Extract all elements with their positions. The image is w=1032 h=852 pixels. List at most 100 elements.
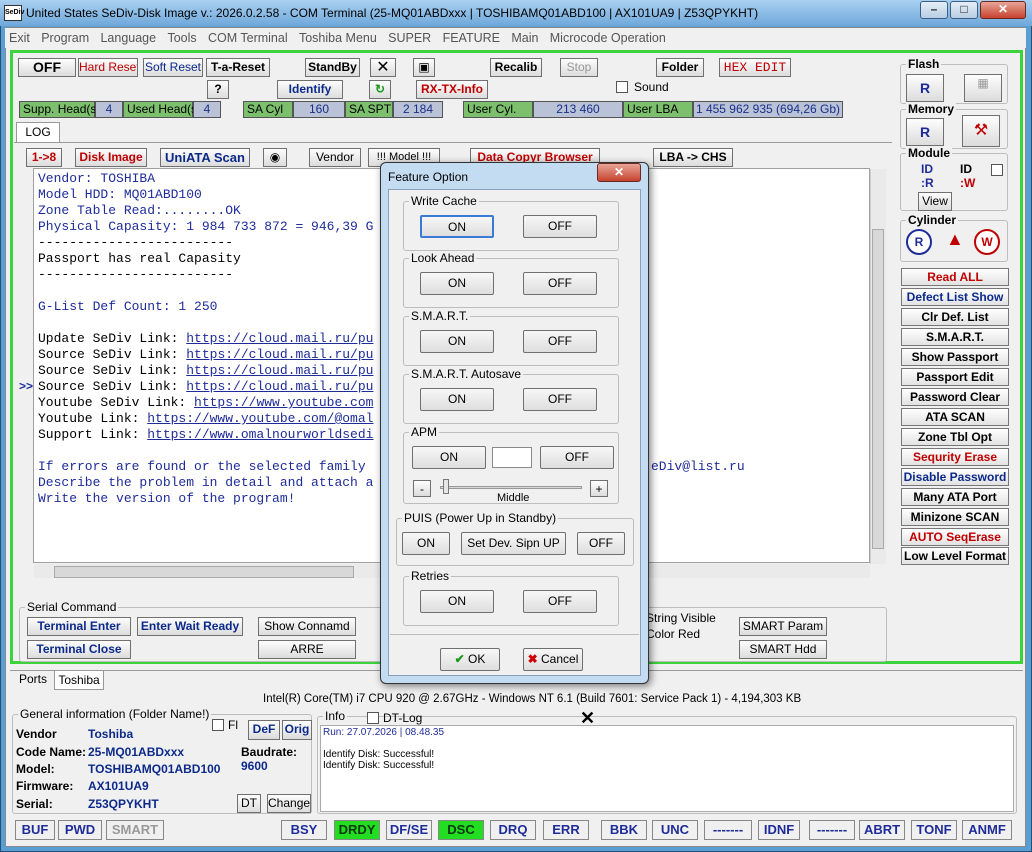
dt-log-checkbox[interactable]: [367, 712, 379, 724]
menu-com-terminal[interactable]: COM Terminal: [204, 28, 292, 48]
menu-microcode[interactable]: Microcode Operation: [546, 28, 670, 48]
sidebar-item-many-ata-port[interactable]: Many ATA Port: [901, 488, 1009, 506]
sidebar-item-sequrity-erase[interactable]: Sequrity Erase: [901, 448, 1009, 466]
source-link[interactable]: https://cloud.mail.ru/pu: [186, 379, 373, 394]
soft-reset-button[interactable]: Soft Reset: [143, 58, 203, 77]
refresh-button[interactable]: ↻: [369, 80, 391, 99]
menu-exit[interactable]: Exit: [5, 28, 34, 48]
cylinder-read-button[interactable]: R: [906, 229, 932, 255]
tab-ports[interactable]: Ports: [14, 670, 52, 688]
maximize-button[interactable]: □: [950, 1, 978, 19]
minimize-button[interactable]: –: [920, 1, 948, 19]
puis-on-button[interactable]: ON: [402, 532, 450, 555]
menu-super[interactable]: SUPER: [384, 28, 435, 48]
flash-write-button[interactable]: ▦: [964, 74, 1002, 102]
dt-button[interactable]: DT: [237, 794, 261, 813]
sidebar-item-password-clear[interactable]: Password Clear: [901, 388, 1009, 406]
stop-button[interactable]: Stop: [560, 58, 598, 77]
hard-reset-button[interactable]: Hard Reset: [78, 58, 138, 77]
tab-toshiba[interactable]: Toshiba: [54, 671, 104, 690]
enter-wait-ready-button[interactable]: Enter Wait Ready: [137, 617, 243, 636]
look-ahead-on-button[interactable]: ON: [420, 272, 494, 295]
youtube-link[interactable]: https://www.youtube.com/@omal: [147, 411, 373, 426]
smart-hdd-button[interactable]: SMART Hdd: [739, 640, 827, 659]
smart-autosave-off-button[interactable]: OFF: [523, 388, 597, 411]
dialog-close-button[interactable]: ✕: [597, 163, 641, 182]
help-button[interactable]: ?: [207, 80, 229, 99]
module-id-write[interactable]: ID:W: [960, 162, 975, 190]
standby-button[interactable]: StandBy: [305, 58, 360, 77]
sidebar-item-clr-def-list[interactable]: Clr Def. List: [901, 308, 1009, 326]
sidebar-item-defect-list-show[interactable]: Defect List Show: [901, 288, 1009, 306]
orig-button[interactable]: Orig: [282, 720, 312, 740]
retries-on-button[interactable]: ON: [420, 590, 494, 613]
menu-language[interactable]: Language: [96, 28, 160, 48]
sidebar-item-minizone-scan[interactable]: Minizone SCAN: [901, 508, 1009, 526]
cylinder-test-button[interactable]: ▲: [946, 229, 964, 255]
recalib-button[interactable]: Recalib: [490, 58, 542, 77]
disk-image-button[interactable]: Disk Image: [75, 148, 147, 167]
apm-increase-button[interactable]: +: [590, 480, 608, 497]
scrollbar-thumb[interactable]: [872, 229, 884, 549]
hscroll-thumb[interactable]: [54, 566, 354, 578]
menu-feature[interactable]: FEATURE: [439, 28, 504, 48]
identify-button[interactable]: Identify: [277, 80, 343, 99]
sidebar-item-disable-password[interactable]: Disable Password: [901, 468, 1009, 486]
retries-off-button[interactable]: OFF: [523, 590, 597, 613]
sidebar-item-read-all[interactable]: Read ALL: [901, 268, 1009, 286]
smart-param-button[interactable]: SMART Param: [739, 617, 827, 636]
look-ahead-off-button[interactable]: OFF: [523, 272, 597, 295]
sidebar-item-low-level-format[interactable]: Low Level Format: [901, 547, 1009, 565]
close-window-button[interactable]: ✕: [980, 1, 1026, 19]
arre-button[interactable]: ARRE: [258, 640, 356, 659]
smart-autosave-on-button[interactable]: ON: [420, 388, 494, 411]
terminal-enter-button[interactable]: Terminal Enter: [27, 617, 131, 636]
memory-write-button[interactable]: ⚒: [962, 115, 1000, 147]
hex-edit-button[interactable]: HEX EDIT: [719, 58, 791, 77]
module-checkbox[interactable]: [991, 164, 1003, 176]
apm-on-button[interactable]: ON: [412, 446, 486, 469]
save-button[interactable]: ▣: [413, 58, 435, 77]
change-button[interactable]: Change: [267, 794, 311, 813]
sidebar-item-show-passport[interactable]: Show Passport: [901, 348, 1009, 366]
off-button[interactable]: OFF: [18, 58, 76, 77]
menu-toshiba[interactable]: Toshiba Menu: [295, 28, 381, 48]
apm-slider-track[interactable]: [440, 486, 582, 489]
webcam-button[interactable]: ◉: [263, 148, 287, 167]
update-link[interactable]: https://cloud.mail.ru/pu: [186, 331, 373, 346]
menu-program[interactable]: Program: [37, 28, 93, 48]
youtube-sediv-link[interactable]: https://www.youtube.com: [194, 395, 373, 410]
def-button[interactable]: DeF: [248, 720, 280, 740]
rx-tx-info-button[interactable]: RX-TX-Info: [416, 80, 488, 99]
apm-decrease-button[interactable]: -: [413, 480, 431, 497]
close-x-button[interactable]: ✕: [370, 58, 396, 77]
flash-read-button[interactable]: R: [906, 74, 944, 102]
sidebar-item-zone-tbl-opt[interactable]: Zone Tbl Opt: [901, 428, 1009, 446]
t-a-reset-button[interactable]: T-a-Reset: [206, 58, 270, 77]
view-button[interactable]: View: [918, 192, 952, 211]
sidebar-item-ata-scan[interactable]: ATA SCAN: [901, 408, 1009, 426]
source-link[interactable]: https://cloud.mail.ru/pu: [186, 347, 373, 362]
fl-checkbox[interactable]: [212, 719, 224, 731]
uniata-scan-button[interactable]: UniATA Scan: [160, 148, 250, 167]
apm-slider-thumb[interactable]: [443, 479, 449, 494]
sound-checkbox[interactable]: [616, 81, 628, 93]
write-cache-off-button[interactable]: OFF: [523, 215, 597, 238]
smart-on-button[interactable]: ON: [420, 330, 494, 353]
expand-arrow-icon[interactable]: >>: [19, 379, 33, 393]
cancel-button[interactable]: ✖ Cancel: [523, 648, 583, 671]
vendor-button[interactable]: Vendor: [309, 148, 361, 167]
menu-tools[interactable]: Tools: [163, 28, 200, 48]
sidebar-item-s-m-a-r-t[interactable]: S.M.A.R.T.: [901, 328, 1009, 346]
smart-off-button[interactable]: OFF: [523, 330, 597, 353]
tab-log[interactable]: LOG: [16, 122, 60, 142]
apm-off-button[interactable]: OFF: [540, 446, 614, 469]
cylinder-write-button[interactable]: W: [974, 229, 1000, 255]
folder-button[interactable]: Folder: [656, 58, 704, 77]
menu-main[interactable]: Main: [507, 28, 542, 48]
apm-value-input[interactable]: [492, 447, 532, 468]
sidebar-item-auto-seqerase[interactable]: AUTO SeqErase: [901, 528, 1009, 546]
module-id-read[interactable]: ID:R: [921, 162, 934, 190]
one-to-eight-button[interactable]: 1->8: [26, 148, 62, 167]
write-cache-on-button[interactable]: ON: [420, 215, 494, 238]
